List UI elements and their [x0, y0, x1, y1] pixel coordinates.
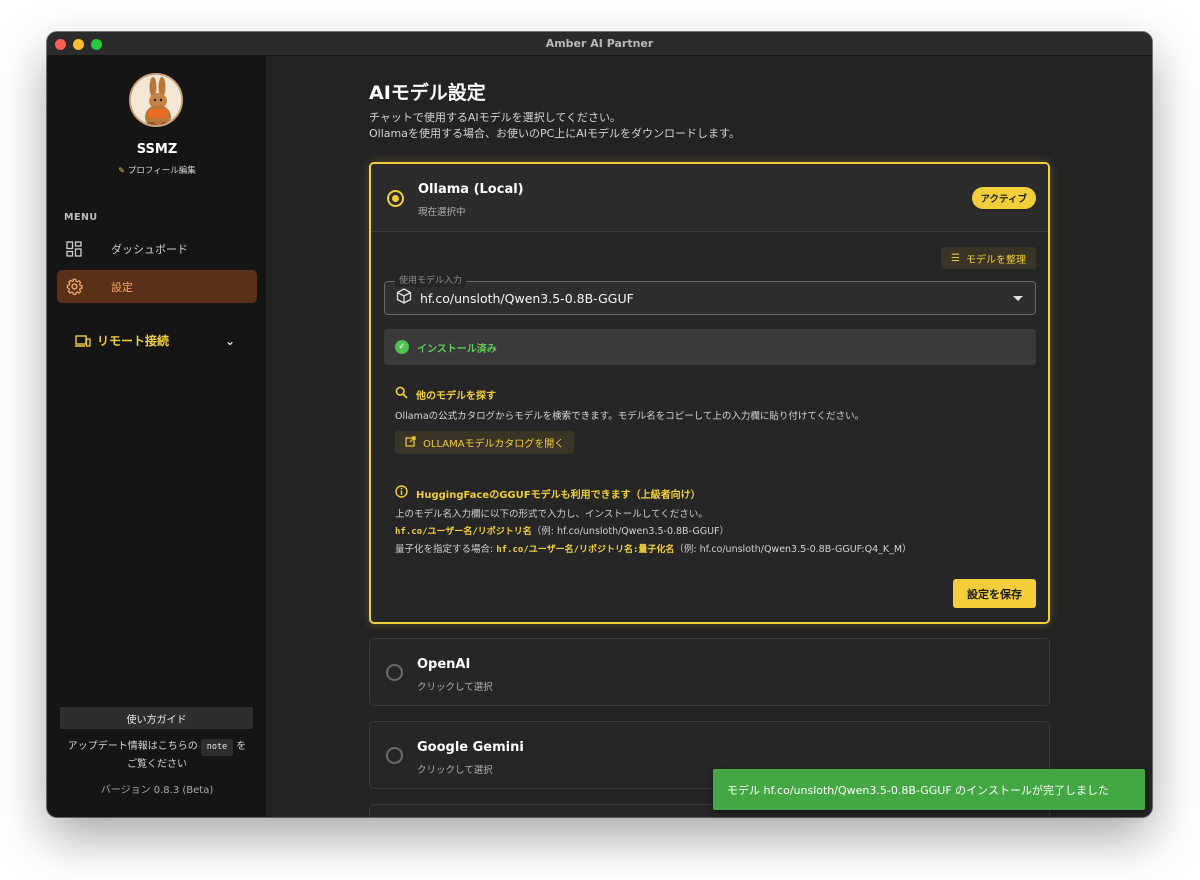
- devices-icon: [75, 334, 91, 348]
- remote-label: リモート接続: [97, 334, 170, 348]
- note-link[interactable]: note: [200, 739, 234, 756]
- page-description-line2: Ollamaを使用する場合、お使いのPC上にAIモデルをダウンロードします。: [369, 127, 740, 140]
- provider-card-openai[interactable]: OpenAI クリックして選択: [369, 638, 1050, 706]
- open-catalog-label: OLLAMAモデルカタログを開く: [423, 439, 565, 450]
- profile-edit-link[interactable]: ✎ プロフィール編集: [47, 164, 267, 176]
- hf-example1: （例: hf.co/unsloth/Qwen3.5-0.8B-GGUF）: [531, 526, 729, 537]
- installed-label: インストール済み: [417, 343, 497, 355]
- page-title: AIモデル設定: [369, 82, 486, 104]
- dashboard-icon: [65, 240, 83, 258]
- sidebar-item-dashboard[interactable]: ダッシュボード: [57, 232, 257, 265]
- app-window: Amber AI Partner SSMZ ✎ プロフィール編集 MENU ダッ…: [47, 32, 1152, 817]
- save-settings-button[interactable]: 設定を保存: [953, 579, 1036, 608]
- external-link-icon: [405, 435, 416, 450]
- gear-icon: [65, 278, 83, 296]
- huggingface-title: HuggingFaceのGGUFモデルも利用できます（上級者向け）: [416, 489, 701, 501]
- page-description-line1: チャットで使用するAIモデルを選択してください。: [369, 111, 621, 124]
- profile-edit-label: プロフィール編集: [127, 166, 196, 176]
- huggingface-heading: HuggingFaceのGGUFモデルも利用できます（上級者向け）: [395, 485, 701, 501]
- edit-person-icon: ✎: [118, 166, 125, 175]
- title-bar: Amber AI Partner: [47, 32, 1152, 56]
- provider-subtitle: 現在選択中: [418, 207, 466, 218]
- avatar[interactable]: [129, 73, 183, 127]
- find-models-heading: 他のモデルを探す: [395, 386, 496, 402]
- sidebar-item-remote[interactable]: リモート接続 ⌄: [75, 332, 235, 349]
- cube-icon: [396, 288, 412, 308]
- page-description: チャットで使用するAIモデルを選択してください。 Ollamaを使用する場合、お…: [369, 110, 740, 142]
- sidebar-item-label: ダッシュボード: [111, 242, 188, 256]
- sidebar: SSMZ ✎ プロフィール編集 MENU ダッシュボード 設定 リモート接続 ⌄ …: [47, 56, 267, 817]
- organize-models-button[interactable]: ☰ モデルを整理: [941, 247, 1036, 269]
- model-select-label: 使用モデル入力: [395, 275, 467, 287]
- find-models-description: Ollamaの公式カタログからモデルを検索できます。モデル名をコピーして上の入力…: [395, 411, 865, 422]
- open-catalog-button[interactable]: OLLAMAモデルカタログを開く: [395, 431, 575, 454]
- guide-button[interactable]: 使い方ガイド: [60, 707, 253, 729]
- sidebar-item-settings[interactable]: 設定: [57, 270, 257, 303]
- install-complete-toast: モデル hf.co/unsloth/Qwen3.5-0.8B-GGUF のインス…: [713, 769, 1145, 810]
- check-circle-icon: ✓: [395, 340, 409, 354]
- hf-line2: hf.co/ユーザー名/リポジトリ名（例: hf.co/unsloth/Qwen…: [395, 523, 912, 541]
- sidebar-item-label: 設定: [111, 280, 133, 294]
- provider-radio-gemini[interactable]: [386, 747, 403, 764]
- find-models-title: 他のモデルを探す: [416, 390, 496, 402]
- organize-label: モデルを整理: [966, 254, 1026, 266]
- provider-subtitle: クリックして選択: [417, 765, 493, 776]
- username: SSMZ: [136, 142, 178, 157]
- hf-quant-code: hf.co/ユーザー名/リポジトリ名:量子化名: [496, 545, 675, 555]
- update-suffix: を: [236, 741, 247, 752]
- provider-subtitle: クリックして選択: [417, 682, 493, 693]
- provider-card-header[interactable]: Ollama (Local) 現在選択中 アクティブ: [371, 164, 1048, 232]
- update-prefix: アップデート情報はこちらの: [67, 741, 198, 752]
- info-icon: [395, 485, 408, 501]
- menu-heading: MENU: [64, 212, 98, 223]
- hf-line1: 上のモデル名入力欄に以下の形式で入力し、インストールしてください。: [395, 509, 708, 520]
- provider-title: OpenAI: [417, 657, 471, 672]
- list-icon: ☰: [951, 252, 960, 264]
- installed-status: ✓ インストール済み: [384, 329, 1036, 365]
- version-label: バージョン 0.8.3 (Beta): [100, 785, 214, 796]
- update-info: アップデート情報はこちらの note を ご覧ください: [57, 738, 257, 773]
- model-select-value: hf.co/unsloth/Qwen3.5-0.8B-GGUF: [420, 290, 634, 306]
- provider-title: Ollama (Local): [418, 182, 524, 197]
- provider-radio-openai[interactable]: [386, 664, 403, 681]
- window-title: Amber AI Partner: [545, 37, 654, 50]
- huggingface-instructions: 上のモデル名入力欄に以下の形式で入力し、インストールしてください。 hf.co/…: [395, 506, 912, 559]
- model-select[interactable]: 使用モデル入力 hf.co/unsloth/Qwen3.5-0.8B-GGUF: [384, 275, 1036, 315]
- update-line2: ご覧ください: [127, 759, 187, 770]
- active-badge: アクティブ: [971, 187, 1036, 209]
- hf-example2: （例: hf.co/unsloth/Qwen3.5-0.8B-GGUF:Q4_K…: [674, 544, 912, 555]
- hf-format-code: hf.co/ユーザー名/リポジトリ名: [395, 527, 532, 537]
- dropdown-caret-icon[interactable]: [1013, 295, 1023, 301]
- provider-title: Google Gemini: [417, 740, 524, 755]
- hf-line3: 量子化を指定する場合: hf.co/ユーザー名/リポジトリ名:量子化名（例: h…: [395, 541, 912, 559]
- chevron-down-icon[interactable]: ⌄: [225, 334, 235, 348]
- provider-radio-ollama[interactable]: [387, 190, 404, 207]
- hf-line3-prefix: 量子化を指定する場合:: [395, 544, 497, 555]
- search-icon: [395, 386, 408, 402]
- main-content: AIモデル設定 チャットで使用するAIモデルを選択してください。 Ollamaを…: [268, 56, 1152, 817]
- rabbit-avatar-icon: [131, 75, 181, 125]
- provider-card-ollama[interactable]: Ollama (Local) 現在選択中 アクティブ ☰ モデルを整理 使用モデ…: [369, 162, 1050, 624]
